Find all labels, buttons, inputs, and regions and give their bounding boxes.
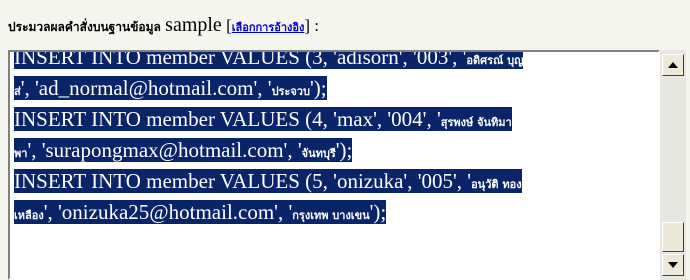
sql-thai-text: สุรพงษ์ จันทิมา — [440, 116, 512, 129]
scroll-down-button[interactable] — [662, 254, 684, 276]
scrollbar-thumb[interactable] — [662, 222, 684, 252]
scroll-up-button[interactable] — [662, 54, 684, 76]
database-name: sample — [165, 14, 222, 36]
sql-thai-text: ประจวบ — [271, 85, 310, 98]
arrow-up-icon — [668, 62, 678, 68]
sql-thai-text: เหลือง — [14, 209, 44, 222]
sql-text: INSERT INTO member VALUES (5, 'onizuka',… — [14, 169, 472, 193]
sql-line-2: ส่', 'ad_normal@hotmail.com', 'ประจวบ'); — [14, 73, 654, 104]
sql-line-4: พา', 'surapongmax@hotmail.com', 'จันทบุร… — [14, 135, 654, 166]
sql-text: '); — [335, 138, 353, 162]
sql-thai-text: ส่ — [14, 85, 21, 98]
sql-line-5: INSERT INTO member VALUES (5, 'onizuka',… — [14, 166, 654, 197]
sql-thai-text: จันทบุรี — [301, 147, 336, 160]
sql-line-3: INSERT INTO member VALUES (4, 'max', '00… — [14, 104, 654, 135]
header-label: ประมวลผลคำสั่งบนฐานข้อมูล — [8, 20, 161, 34]
reference-link[interactable]: เลือกการอ้างอิง — [232, 21, 305, 34]
sql-textarea[interactable]: INSERT INTO member VALUES (3, 'adisorn',… — [8, 50, 660, 280]
sql-content[interactable]: INSERT INTO member VALUES (3, 'adisorn',… — [14, 50, 654, 228]
sql-panel-header: ประมวลผลคำสั่งบนฐานข้อมูล sample [เลือกก… — [8, 14, 319, 37]
sql-line-6: เหลือง', 'onizuka25@hotmail.com', 'กรุงเ… — [14, 197, 654, 228]
sql-thai-text: อดิศรณ์ บุญ — [466, 54, 524, 67]
arrow-down-icon — [668, 262, 678, 268]
close-bracket: ] : — [304, 16, 320, 35]
sql-text: '); — [369, 200, 387, 224]
sql-thai-text: อนุวัติ ทอง — [471, 178, 522, 191]
sql-text: ', 'surapongmax@hotmail.com', ' — [27, 138, 302, 162]
sql-thai-text: พา — [14, 147, 28, 160]
sql-line-1: INSERT INTO member VALUES (3, 'adisorn',… — [14, 50, 654, 73]
sql-text: INSERT INTO member VALUES (4, 'max', '00… — [14, 107, 441, 131]
sql-text: INSERT INTO member VALUES (3, 'adisorn',… — [14, 50, 467, 69]
sql-text: '); — [309, 76, 327, 100]
vertical-scrollbar[interactable] — [660, 50, 686, 280]
sql-thai-text: กรุงเทพ บางเขน — [292, 209, 370, 222]
sql-text: ', 'onizuka25@hotmail.com', ' — [43, 200, 293, 224]
sql-text: ', 'ad_normal@hotmail.com', ' — [20, 76, 272, 100]
